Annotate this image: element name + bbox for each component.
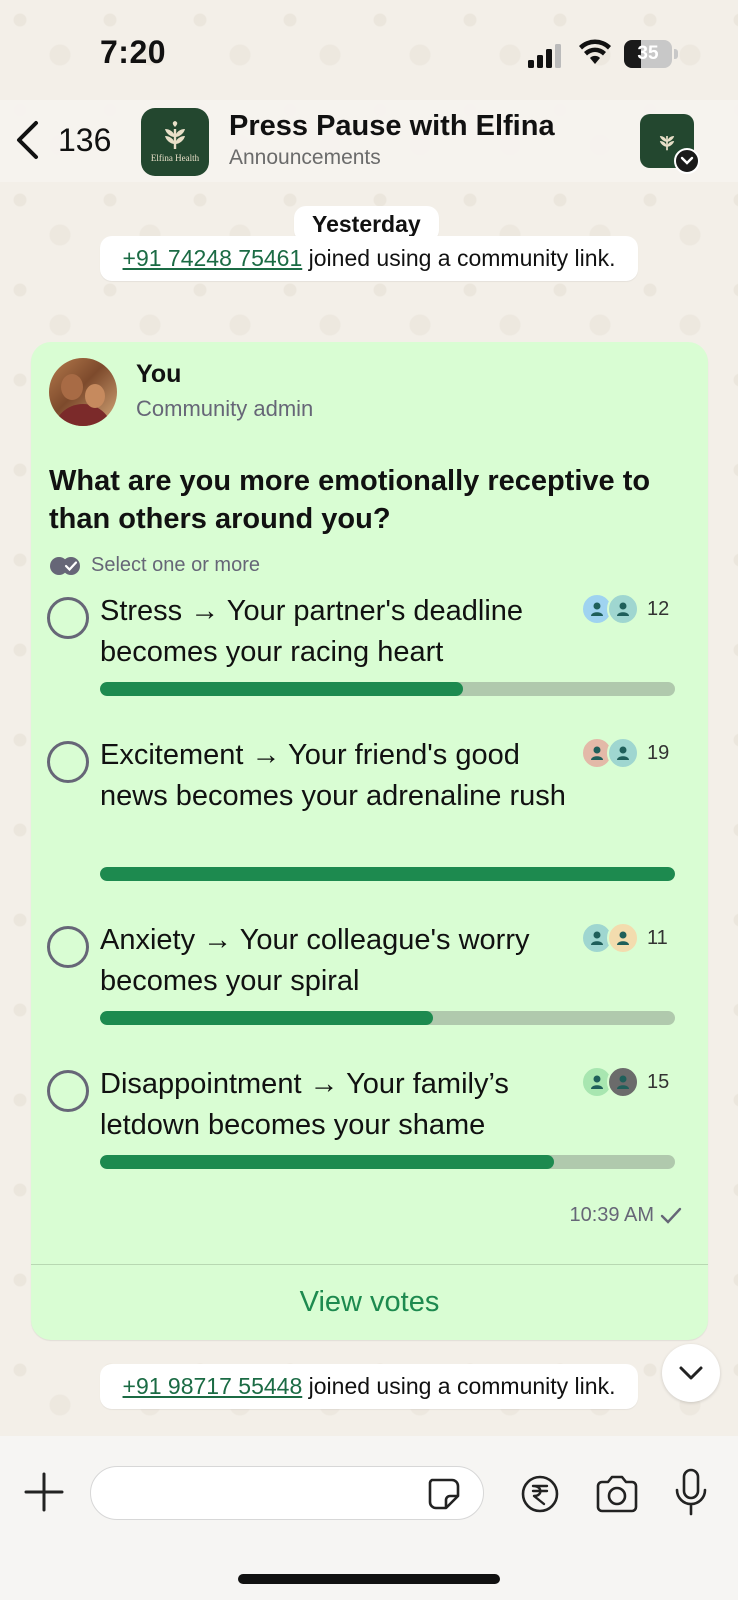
phone-link[interactable]: +91 74248 75461 — [123, 245, 303, 271]
poll-question: What are you more emotionally receptive … — [49, 465, 651, 535]
system-message-text: joined using a community link. — [302, 1373, 616, 1399]
sender-name: You — [136, 360, 182, 388]
sticker-icon[interactable] — [426, 1476, 462, 1512]
poll-option-progress — [100, 682, 675, 696]
poll-option-progress — [100, 1155, 675, 1169]
home-indicator — [238, 1574, 500, 1584]
back-unread-count: 136 — [58, 121, 112, 158]
poll-option-progress-fill — [100, 1155, 554, 1169]
phone-link[interactable]: +91 98717 55448 — [123, 1373, 303, 1399]
status-time: 7:20 — [100, 34, 167, 70]
message-input[interactable] — [90, 1466, 484, 1520]
chat-subtitle: Announcements — [229, 146, 381, 169]
camera-icon[interactable] — [594, 1474, 640, 1514]
poll-option-progress — [100, 1011, 675, 1025]
double-check-circle-icon — [50, 556, 80, 575]
system-message-join: +91 98717 55448 joined using a community… — [100, 1364, 638, 1409]
back-button[interactable]: 136 — [14, 118, 114, 162]
poll-option-label: Anxiety → Your colleague's worry becomes… — [100, 924, 530, 997]
system-message-text: joined using a community link. — [302, 245, 616, 271]
poll-option-voters[interactable]: 12 — [581, 593, 669, 625]
poll-option-voters[interactable]: 11 — [581, 922, 668, 954]
sender-avatar[interactable] — [49, 358, 117, 426]
status-bar: 7:20 35 — [0, 0, 738, 100]
poll-hint: Select one or more — [49, 554, 260, 577]
leaf-logo-icon — [659, 136, 675, 151]
poll-option-label: Stress → Your partner's deadline becomes… — [100, 595, 524, 668]
poll-option-checkbox[interactable] — [47, 741, 89, 783]
check-icon — [660, 1207, 682, 1224]
poll-option-progress — [100, 867, 675, 881]
poll-option-checkbox[interactable] — [47, 926, 89, 968]
view-votes-button[interactable]: View votes — [31, 1265, 708, 1339]
poll-option-checkbox[interactable] — [47, 597, 89, 639]
poll-option-checkbox[interactable] — [47, 1070, 89, 1112]
microphone-icon[interactable] — [672, 1468, 710, 1516]
message-timestamp: 10:39 AM — [569, 1204, 654, 1226]
poll-option-vote-count: 15 — [647, 1070, 670, 1093]
voter-avatar-icon — [607, 922, 639, 954]
message-time: 10:39 AM — [569, 1204, 682, 1227]
voter-avatar-icon — [607, 1066, 639, 1098]
poll-option-vote-count: 11 — [647, 926, 668, 949]
poll-option-label: Disappointment → Your family’s letdown b… — [100, 1068, 509, 1141]
chevron-left-icon — [17, 121, 38, 159]
cellular-signal-icon — [528, 44, 561, 68]
chevron-down-icon — [679, 1366, 703, 1380]
voter-avatar-icon — [607, 737, 639, 769]
leaf-logo-icon — [165, 121, 185, 149]
chat-header: 136 Elfina Health Press Pause with Elfin… — [0, 100, 738, 182]
chevron-down-badge-icon — [674, 148, 700, 174]
sender-role: Community admin — [136, 396, 314, 421]
scroll-to-bottom-button[interactable] — [662, 1344, 720, 1402]
voter-avatar-icon — [607, 593, 639, 625]
poll-option-vote-count: 19 — [647, 741, 670, 764]
battery-label: 35 — [637, 43, 659, 64]
system-message-join: +91 74248 75461 joined using a community… — [100, 236, 638, 281]
poll-hint-text: Select one or more — [91, 554, 260, 576]
poll-option-progress-fill — [100, 867, 675, 881]
poll-option-vote-count: 12 — [647, 597, 670, 620]
battery-icon: 35 — [624, 40, 678, 68]
chat-title-block[interactable]: Press Pause with Elfina Announcements — [229, 110, 609, 170]
poll-option-voters[interactable]: 19 — [581, 737, 669, 769]
group-avatar[interactable]: Elfina Health — [141, 108, 209, 176]
poll-option-voters[interactable]: 15 — [581, 1066, 669, 1098]
plus-icon[interactable] — [24, 1472, 64, 1512]
avatar-brand-text: Elfina Health — [150, 153, 200, 163]
poll-option-progress-fill — [100, 682, 464, 696]
poll-message: You Community admin What are you more em… — [31, 342, 708, 1340]
rupee-icon[interactable] — [520, 1474, 560, 1514]
wifi-icon — [579, 39, 611, 64]
chat-title: Press Pause with Elfina — [229, 110, 555, 142]
poll-option-label: Excitement → Your friend's good news bec… — [100, 739, 566, 812]
community-switch-button[interactable] — [640, 114, 700, 174]
poll-option-progress-fill — [100, 1011, 433, 1025]
